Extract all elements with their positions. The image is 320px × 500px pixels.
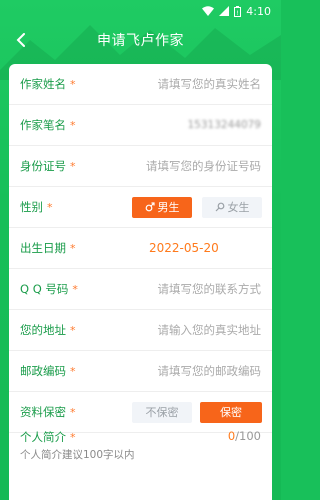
back-arrow-icon bbox=[16, 33, 25, 47]
application-form: 作家姓名 * 请填写您的真实姓名 作家笔名 * 15313244079 身份证号 * … bbox=[9, 64, 272, 500]
intro-hint: 个人简介建议100字以内 bbox=[20, 449, 135, 461]
pen-name-row[interactable]: 作家笔名 * 15313244079 bbox=[9, 105, 272, 146]
male-icon bbox=[145, 202, 155, 212]
back-button[interactable] bbox=[10, 29, 32, 51]
name-row[interactable]: 作家姓名 * 请填写您的真实姓名 bbox=[9, 64, 272, 105]
qq-row[interactable]: Q Q 号码 * 请填写您的联系方式 bbox=[9, 269, 272, 310]
qq-input[interactable]: 请填写您的联系方式 bbox=[158, 281, 262, 297]
svg-text:!: ! bbox=[237, 10, 239, 17]
gender-male-button[interactable]: 男生 bbox=[132, 196, 192, 218]
birthday-row[interactable]: 出生日期 * 2022-05-20 bbox=[9, 228, 272, 269]
gender-row: 性别 * 男生 女生 bbox=[9, 187, 272, 228]
postcode-row[interactable]: 邮政编码 * 请填写您的邮政编码 bbox=[9, 351, 272, 392]
id-number-row[interactable]: 身份证号 * 请填写您的身份证号码 bbox=[9, 146, 272, 187]
wifi-icon bbox=[202, 6, 215, 16]
address-input[interactable]: 请输入您的真实地址 bbox=[158, 322, 262, 338]
name-input[interactable]: 请填写您的真实姓名 bbox=[158, 76, 262, 92]
status-time: 4:10 bbox=[246, 4, 271, 18]
privacy-label: 资料保密 * bbox=[20, 405, 76, 419]
qq-label: Q Q 号码 * bbox=[20, 282, 78, 296]
intro-section[interactable]: 个人简介 * 0/100 个人简介建议100字以内 bbox=[9, 419, 272, 464]
id-number-input[interactable]: 请填写您的身份证号码 bbox=[146, 158, 261, 174]
gender-label: 性别 * bbox=[20, 200, 53, 214]
postcode-input[interactable]: 请填写您的邮政编码 bbox=[158, 363, 262, 379]
pen-name-input[interactable]: 15313244079 bbox=[188, 119, 262, 131]
name-label: 作家姓名 * bbox=[20, 77, 76, 91]
postcode-label: 邮政编码 * bbox=[20, 364, 76, 378]
pen-name-label: 作家笔名 * bbox=[20, 118, 76, 132]
id-number-label: 身份证号 * bbox=[20, 159, 76, 173]
intro-char-counter: 0/100 bbox=[227, 429, 261, 443]
intro-label: 个人简介 * bbox=[20, 430, 76, 444]
address-label: 您的地址 * bbox=[20, 323, 76, 337]
female-icon bbox=[215, 202, 224, 212]
status-bar: ! 4:10 bbox=[0, 0, 281, 22]
battery-icon: ! bbox=[234, 5, 242, 17]
signal-icon bbox=[219, 6, 230, 16]
gender-female-button[interactable]: 女生 bbox=[202, 196, 262, 218]
nav-bar: 申请飞卢作家 bbox=[0, 26, 281, 54]
birthday-value[interactable]: 2022-05-20 bbox=[149, 241, 219, 255]
page-title: 申请飞卢作家 bbox=[97, 33, 184, 49]
birthday-label: 出生日期 * bbox=[20, 241, 76, 255]
address-row[interactable]: 您的地址 * 请输入您的真实地址 bbox=[9, 310, 272, 351]
